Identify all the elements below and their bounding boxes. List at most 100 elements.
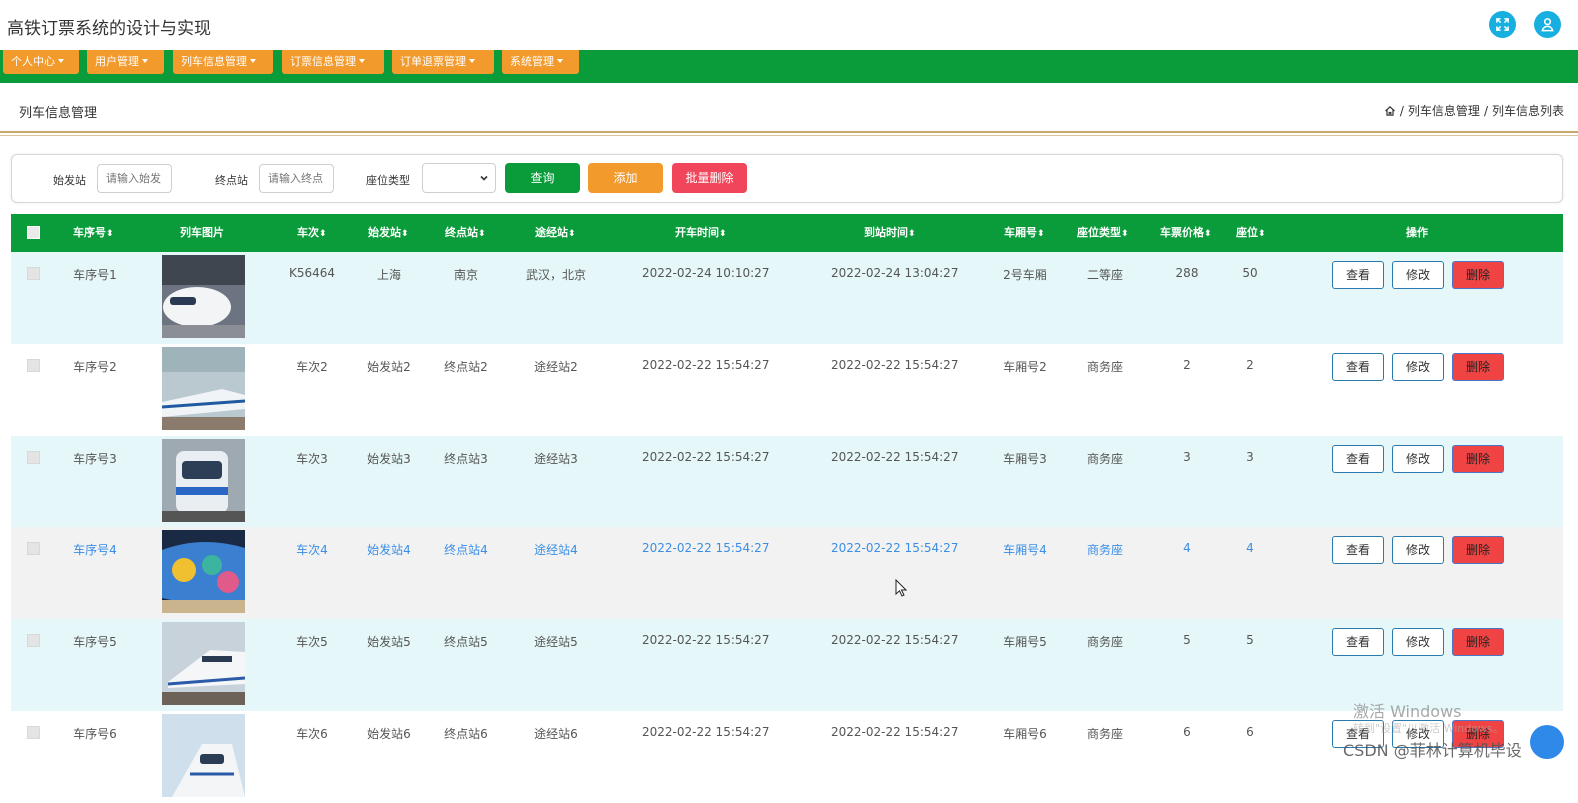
table-row[interactable]: 车序号4 车次4 始发站4 终点站4 途经站4 2022-02-22 15:54:27 20… [11, 527, 1563, 619]
add-button[interactable]: 添加 [588, 163, 663, 193]
table-row[interactable]: 车序号3 车次3 始发站3 终点站3 途经站3 2022-02-22 15:54:27 20… [11, 436, 1563, 528]
cell-arrive: 2022-02-24 13:04:27 [831, 266, 959, 280]
edit-button[interactable]: 修改 [1392, 628, 1444, 656]
home-icon[interactable] [1384, 105, 1396, 117]
column-label: 车票价格 [1160, 226, 1204, 239]
column-header-via[interactable]: 途经站⬍ [535, 214, 576, 252]
edit-button[interactable]: 修改 [1392, 261, 1444, 289]
sort-icon: ⬍ [1204, 229, 1212, 239]
nav-item-label: 个人中心 [11, 55, 55, 68]
sort-icon: ⬍ [1037, 229, 1045, 239]
column-label: 车序号 [73, 226, 106, 239]
cell-arrive: 2022-02-22 15:54:27 [831, 450, 959, 464]
column-header-seat[interactable]: 座位⬍ [1236, 214, 1266, 252]
column-header-train[interactable]: 车次⬍ [297, 214, 327, 252]
csdn-watermark: CSDN @菲林计算机毕设 [1343, 741, 1522, 760]
start-station-input[interactable] [97, 164, 172, 193]
nav-item-refunds[interactable]: 订单退票管理 [392, 50, 494, 74]
cell-seat: 50 [1242, 266, 1258, 280]
end-station-label: 终点站 [215, 174, 248, 187]
page-title: 列车信息管理 [19, 106, 98, 121]
nav-item-system[interactable]: 系统管理 [502, 50, 579, 74]
nav-item-label: 订票信息管理 [290, 55, 356, 68]
view-button[interactable]: 查看 [1332, 353, 1384, 381]
breadcrumb-separator: / [1399, 103, 1404, 118]
nav-item-bookings[interactable]: 订票信息管理 [282, 50, 384, 74]
nav-item-users[interactable]: 用户管理 [87, 50, 164, 74]
sort-icon: ⬍ [568, 229, 576, 239]
column-header-depart[interactable]: 开车时间⬍ [675, 214, 727, 252]
fullscreen-button[interactable] [1489, 11, 1516, 38]
end-station-input[interactable] [259, 164, 334, 193]
table-row[interactable]: 车序号2 车次2 始发站2 终点站2 途经站2 2022-02-22 15:54:27 20… [11, 344, 1563, 436]
delete-button[interactable]: 删除 [1452, 353, 1504, 381]
column-label: 列车图片 [180, 226, 224, 239]
column-header-carriage[interactable]: 车厢号⬍ [1004, 214, 1045, 252]
edit-button[interactable]: 修改 [1392, 536, 1444, 564]
train-image [162, 347, 245, 430]
column-header-start[interactable]: 始发站⬍ [368, 214, 409, 252]
seat-type-label: 座位类型 [366, 174, 410, 187]
view-button[interactable]: 查看 [1332, 445, 1384, 473]
divider [0, 135, 1578, 136]
sort-icon: ⬍ [106, 229, 114, 239]
cell-arrive: 2022-02-22 15:54:27 [831, 541, 959, 555]
column-label: 到站时间 [864, 226, 908, 239]
cell-no: 车序号2 [73, 360, 117, 374]
table-row[interactable]: 车序号6 车次6 始发站6 终点站6 途经站6 2022-02-22 15:54:27 20… [11, 711, 1563, 803]
cell-seat: 6 [1246, 725, 1254, 739]
cell-seat: 5 [1246, 633, 1254, 647]
edit-button[interactable]: 修改 [1392, 445, 1444, 473]
cell-via: 途经站6 [534, 727, 578, 741]
sort-icon: ⬍ [1258, 229, 1266, 239]
column-label: 操作 [1406, 226, 1428, 239]
nav-item-label: 订单退票管理 [400, 55, 466, 68]
search-panel: 始发站 终点站 座位类型 查询 添加 批量删除 [11, 154, 1563, 203]
column-header-price[interactable]: 车票价格⬍ [1160, 214, 1212, 252]
edit-button[interactable]: 修改 [1392, 353, 1444, 381]
fullscreen-icon [1496, 18, 1509, 31]
floating-action-button[interactable] [1530, 725, 1564, 759]
column-label: 车次 [297, 226, 319, 239]
chevron-down-icon [557, 59, 563, 63]
chevron-down-icon [142, 59, 148, 63]
cell-via: 武汉，北京 [525, 268, 586, 282]
column-header-arrive[interactable]: 到站时间⬍ [864, 214, 916, 252]
column-header-no[interactable]: 车序号⬍ [73, 214, 114, 252]
batch-delete-button[interactable]: 批量删除 [672, 163, 747, 193]
train-image [162, 530, 245, 613]
select-all-checkbox[interactable] [27, 226, 40, 239]
breadcrumb-separator: / [1483, 103, 1488, 118]
table-row[interactable]: 车序号5 车次5 始发站5 终点站5 途经站5 2022-02-22 15:54:27 20… [11, 619, 1563, 711]
sort-icon: ⬍ [908, 229, 916, 239]
column-header-seat-type[interactable]: 座位类型⬍ [1077, 214, 1129, 252]
chevron-down-icon [480, 175, 488, 181]
train-image [162, 714, 245, 797]
nav-item-personal[interactable]: 个人中心 [3, 50, 79, 74]
chevron-down-icon [359, 59, 365, 63]
view-button[interactable]: 查看 [1332, 536, 1384, 564]
table-row[interactable]: 车序号1 K56464 上海 南京 武汉，北京 2022-02-24 10:10:27 20… [11, 252, 1563, 344]
column-label: 开车时间 [675, 226, 719, 239]
nav-item-label: 用户管理 [95, 55, 139, 68]
delete-button[interactable]: 删除 [1452, 445, 1504, 473]
nav-item-trains[interactable]: 列车信息管理 [173, 50, 273, 74]
cell-via: 途经站2 [534, 360, 578, 374]
delete-button[interactable]: 删除 [1452, 536, 1504, 564]
view-button[interactable]: 查看 [1332, 628, 1384, 656]
query-button[interactable]: 查询 [505, 163, 580, 193]
cell-via: 途经站4 [534, 543, 578, 557]
windows-activation-title: 激活 Windows [1353, 702, 1462, 721]
view-button[interactable]: 查看 [1332, 261, 1384, 289]
seat-type-select[interactable] [422, 163, 496, 193]
breadcrumb-item-current: 列车信息列表 [1491, 104, 1564, 118]
delete-button[interactable]: 删除 [1452, 628, 1504, 656]
cell-depart: 2022-02-22 15:54:27 [642, 725, 770, 739]
delete-button[interactable]: 删除 [1452, 261, 1504, 289]
chevron-down-icon [469, 59, 475, 63]
cell-seat: 4 [1246, 541, 1254, 555]
breadcrumb-item[interactable]: 列车信息管理 [1408, 102, 1480, 119]
column-header-end[interactable]: 终点站⬍ [445, 214, 486, 252]
user-button[interactable] [1534, 11, 1561, 38]
column-label: 座位类型 [1077, 226, 1121, 239]
